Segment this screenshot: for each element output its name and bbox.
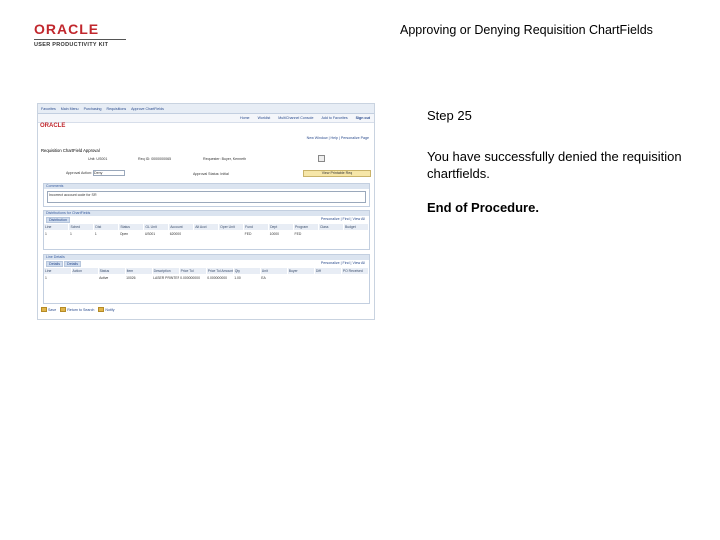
breadcrumb: Favorites Main Menu Purchasing Requisiti… (38, 104, 374, 114)
line-details-section: Line Details Personalize | Find | View A… (43, 254, 370, 304)
comments-section: Comments Incorrect account code for SR (43, 183, 370, 207)
distribution-table: Line Sched Dist Status GL Unit Account A… (44, 224, 370, 237)
comments-textarea[interactable]: Incorrect account code for SR (47, 191, 366, 203)
distribution-section: Distributions for ChartFields Personaliz… (43, 210, 370, 250)
tab-details[interactable]: Details (46, 261, 63, 267)
unit-label: Unit: (88, 157, 96, 161)
cell (318, 230, 343, 237)
upk-tagline: USER PRODUCTIVITY KIT (34, 39, 126, 48)
cell (219, 230, 244, 237)
breadcrumb-approve[interactable]: Approve ChartFields (131, 107, 164, 111)
oracle-wordmark: ORACLE (34, 21, 100, 37)
lines-grid-nav[interactable]: Personalize | Find | View All (321, 261, 365, 265)
tab-details-2[interactable]: Details (64, 261, 81, 267)
bottom-toolbar: Save Return to Search Notify (41, 307, 115, 312)
cell: FED (294, 231, 302, 236)
cell: 1.00 (234, 275, 241, 280)
page-title: Requisition ChartField Approval (41, 148, 100, 153)
tab-distribution[interactable]: Distribution (46, 217, 70, 223)
cell: Active (99, 275, 109, 280)
requester-value: Buyer, Kenneth (221, 157, 247, 161)
step-description: You have successfully denied the requisi… (427, 149, 682, 181)
save-button[interactable]: Save (41, 307, 56, 312)
cell (341, 274, 368, 281)
return-label: Return to Search (67, 307, 95, 312)
comments-value: Incorrect account code for SR (49, 193, 97, 197)
unit-row: Unit: US001 (88, 157, 107, 161)
app-logo: ORACLE (40, 123, 66, 129)
step-number: Step 25 (427, 108, 472, 123)
top-nav: Home Worklist MultiChannel Console Add t… (38, 114, 374, 123)
cell: 620000 (169, 231, 182, 236)
breadcrumb-favorites[interactable]: Favorites (41, 107, 56, 111)
breadcrumb-requisitions[interactable]: Requisitions (107, 107, 127, 111)
save-icon (41, 307, 47, 312)
nav-worklist[interactable]: Worklist (258, 116, 271, 120)
cell: 1 (94, 231, 97, 236)
table-row: 1 Active 10026 LASER PRINTER 0.000000000… (44, 274, 369, 281)
cell: EA (261, 275, 266, 280)
cell (287, 274, 314, 281)
oracle-upk-logo: ORACLE USER PRODUCTIVITY KIT (34, 22, 126, 48)
cell (71, 274, 98, 281)
page-links[interactable]: New Window | Help | Personalize Page (307, 136, 369, 140)
approval-status-value: Initial (220, 172, 229, 176)
req-row: Req ID: 0000000065 (138, 157, 171, 161)
requester-detail-icon[interactable] (318, 155, 325, 162)
approval-action-label: Approval Action: (66, 170, 92, 175)
application-screenshot: Favorites Main Menu Purchasing Requisiti… (37, 103, 375, 320)
breadcrumb-purchasing[interactable]: Purchasing (84, 107, 102, 111)
req-label: Req ID: (138, 157, 151, 161)
document-title: Approving or Denying Requisition ChartFi… (400, 23, 653, 37)
nav-home[interactable]: Home (240, 116, 250, 120)
unit-value: US001 (96, 157, 108, 161)
nav-add-favorites[interactable]: Add to Favorites (321, 116, 347, 120)
status-row: Approval Status: Initial (193, 172, 229, 176)
distribution-grid-nav[interactable]: Personalize | Find | View All (321, 217, 365, 221)
return-to-search-button[interactable]: Return to Search (60, 307, 94, 312)
notify-icon (98, 307, 105, 312)
save-label: Save (48, 307, 57, 312)
nav-sign-out[interactable]: Sign out (356, 116, 370, 120)
notify-label: Notify (105, 307, 115, 312)
cell: 0.000000000 (207, 275, 227, 280)
view-printable-req-button[interactable]: View Printable Req (303, 170, 371, 177)
action-row: Approval Action: Deny (66, 170, 125, 176)
req-value: 0000000065 (151, 157, 172, 161)
requester-label: Requester: (203, 157, 221, 161)
cell: 1 (45, 231, 47, 236)
cell: 1 (69, 231, 72, 236)
comments-header: Comments (44, 184, 369, 189)
approval-action-value: Deny (93, 171, 103, 175)
cell: FED (244, 231, 252, 236)
cell: Open (119, 231, 129, 236)
breadcrumb-main-menu[interactable]: Main Menu (61, 107, 79, 111)
cell (194, 230, 219, 237)
cell: 0.000000000 (180, 275, 200, 280)
nav-multichannel[interactable]: MultiChannel Console (278, 116, 313, 120)
approval-status-label: Approval Status: (193, 172, 220, 176)
cell: US001 (144, 231, 156, 236)
cell (314, 274, 341, 281)
requester-row: Requester: Buyer, Kenneth (203, 157, 246, 161)
table-row: 1 1 1 Open US001 620000 FED 10000 FED (44, 230, 369, 237)
cell: 10026 (126, 275, 136, 280)
line-details-table: Line Action Status Item Description Pric… (44, 268, 370, 281)
cell: LASER PRINTER (153, 275, 180, 280)
notify-button[interactable]: Notify (98, 307, 115, 312)
cell (343, 230, 368, 237)
cell: 1 (45, 275, 47, 280)
approval-action-select[interactable]: Deny (92, 170, 125, 176)
cell: 10000 (269, 231, 280, 236)
end-of-procedure: End of Procedure. (427, 200, 539, 215)
return-icon (60, 307, 67, 312)
